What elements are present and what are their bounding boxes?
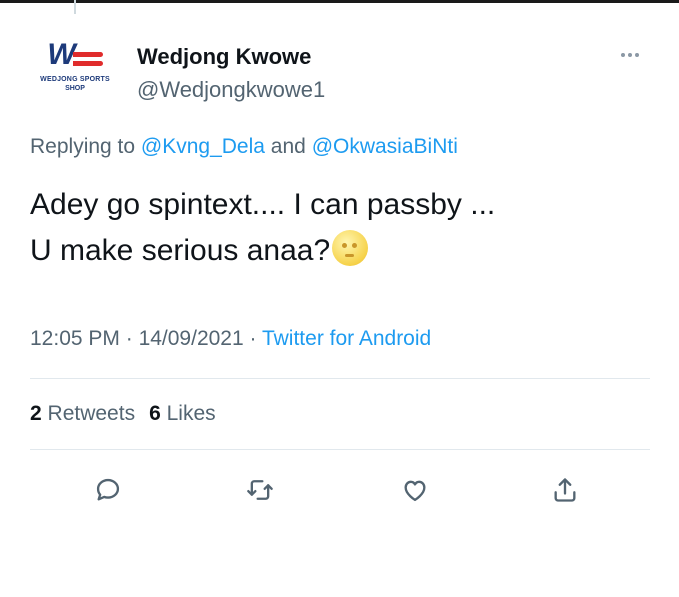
avatar-logo: W	[47, 38, 103, 71]
avatar[interactable]: W WEDJONG SPORTS SHOP	[30, 40, 120, 106]
retweet-button[interactable]	[242, 472, 278, 508]
author-handle[interactable]: @Wedjongkwowe1	[137, 77, 325, 103]
top-border	[0, 0, 679, 3]
likes-label: Likes	[166, 402, 216, 425]
like-icon	[404, 480, 426, 502]
retweet-icon	[247, 480, 273, 500]
tweet-stats: 2 Retweets 6 Likes	[30, 402, 216, 426]
replying-prefix: Replying to	[30, 135, 141, 158]
tweet-line-2: U make serious anaa?	[30, 234, 331, 267]
neutral-face-emoji	[332, 230, 369, 266]
likes-count: 6	[149, 402, 161, 425]
reply-icon	[96, 478, 120, 501]
retweets-count: 2	[30, 402, 42, 425]
avatar-subtitle-1: WEDJONG SPORTS	[40, 76, 110, 83]
meta-separator: ·	[119, 327, 139, 350]
replying-to: Replying to @Kvng_Dela and @OkwasiaBiNti	[30, 135, 458, 159]
meta-separator-2: ·	[243, 327, 262, 350]
mention-link-2[interactable]: @OkwasiaBiNti	[312, 135, 458, 158]
thread-line	[74, 0, 76, 14]
divider	[30, 449, 650, 450]
tweet-line-2-wrap: U make serious anaa?	[30, 228, 630, 274]
tweet-source-link[interactable]: Twitter for Android	[262, 327, 431, 350]
tweet-text: Adey go spintext.... I can passby ... U …	[30, 182, 630, 274]
tweet-meta: 12:05 PM · 14/09/2021 · Twitter for Andr…	[30, 327, 431, 351]
tweet-actions	[0, 472, 679, 512]
avatar-subtitle-2: SHOP	[65, 85, 85, 92]
retweets-stat[interactable]: 2 Retweets	[30, 402, 135, 425]
tweet-date[interactable]: 14/09/2021	[139, 327, 244, 350]
more-horizontal-icon[interactable]	[621, 53, 639, 57]
retweets-label: Retweets	[47, 402, 136, 425]
reply-button[interactable]	[90, 472, 126, 508]
share-icon	[554, 478, 576, 502]
like-button[interactable]	[397, 472, 433, 508]
tweet-line-1: Adey go spintext.... I can passby ...	[30, 188, 496, 221]
avatar-logo-stripes	[72, 52, 103, 66]
likes-stat[interactable]: 6 Likes	[149, 402, 216, 425]
author-display-name[interactable]: Wedjong Kwowe	[137, 44, 311, 70]
avatar-logo-letter: W	[47, 38, 75, 71]
share-button[interactable]	[547, 472, 583, 508]
tweet-time[interactable]: 12:05 PM	[30, 327, 120, 350]
replying-conjunction: and	[264, 135, 312, 158]
divider	[30, 378, 650, 379]
mention-link-1[interactable]: @Kvng_Dela	[141, 135, 265, 158]
